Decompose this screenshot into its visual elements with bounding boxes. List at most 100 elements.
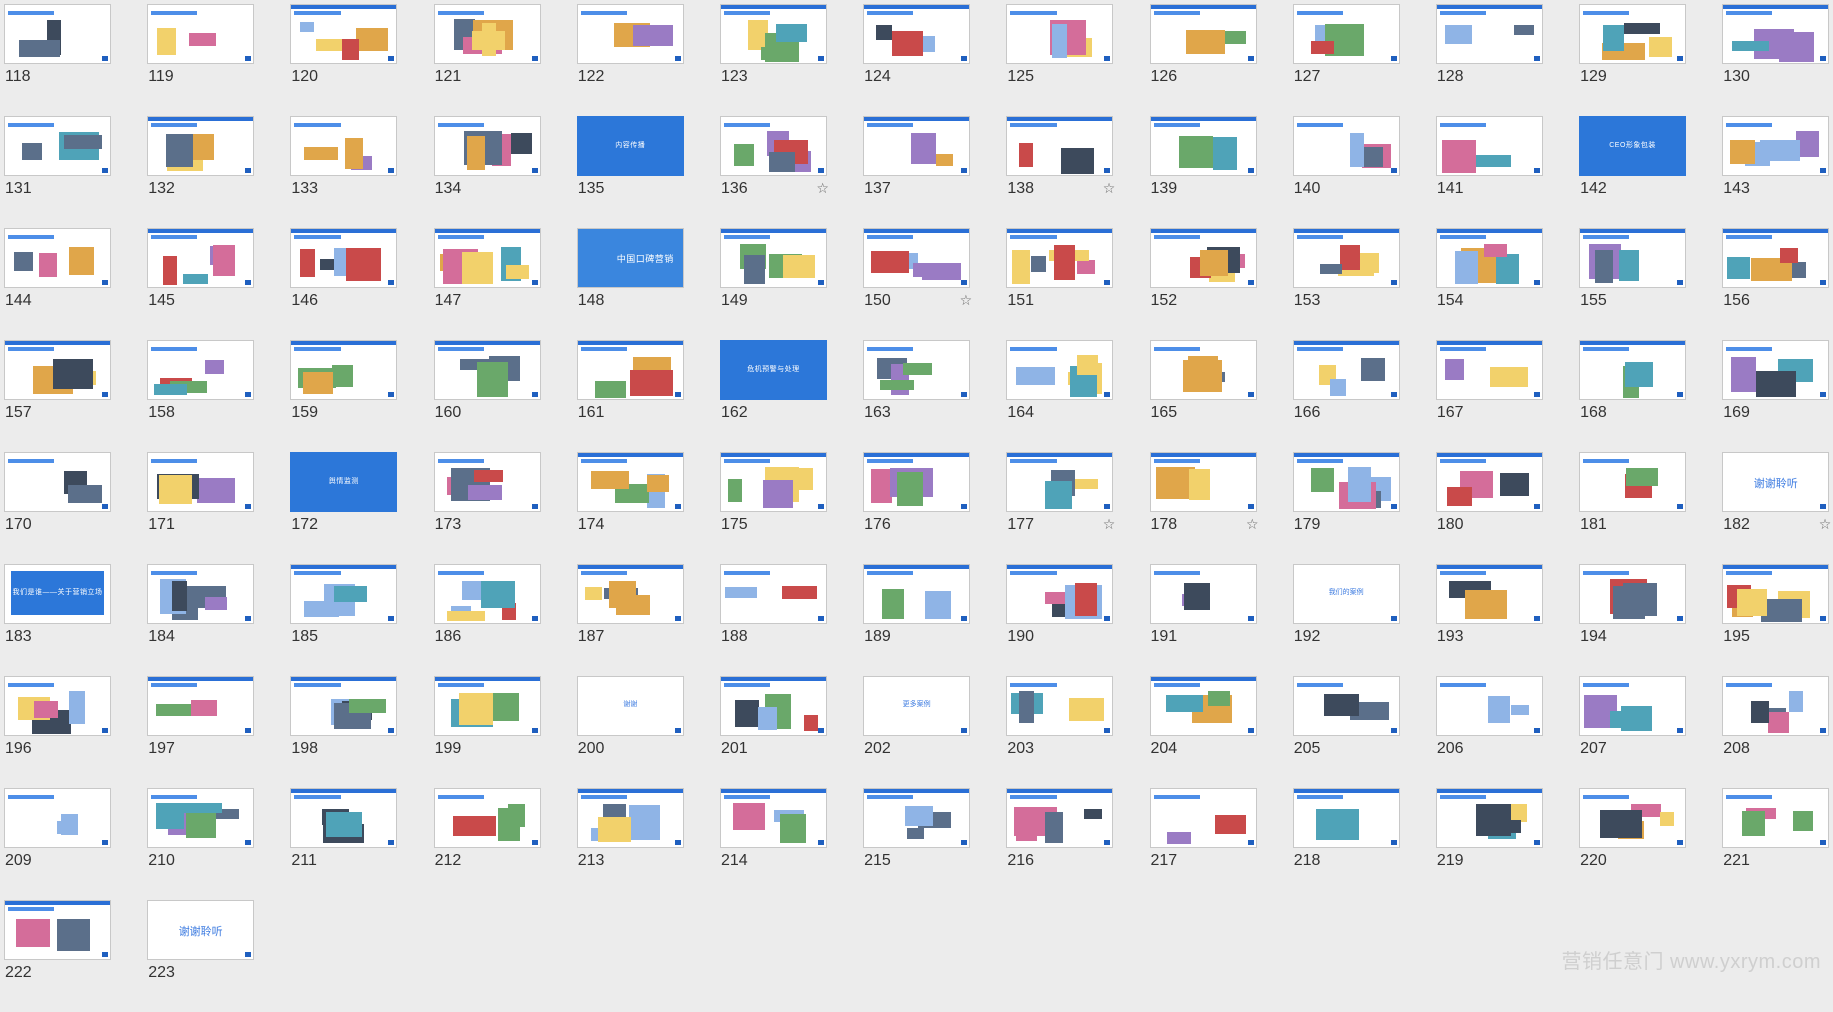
slide-preview[interactable] <box>1149 228 1257 288</box>
slide-thumbnail-187[interactable]: 187 <box>576 564 684 676</box>
slide-preview[interactable] <box>1149 4 1257 64</box>
slide-preview[interactable] <box>863 116 971 176</box>
slide-preview[interactable] <box>1435 564 1543 624</box>
slide-thumbnail-120[interactable]: 120 <box>290 4 398 116</box>
slide-thumbnail-139[interactable]: 139 <box>1149 116 1257 228</box>
slide-thumbnail-138[interactable]: 138 ☆ <box>1006 116 1115 228</box>
slide-preview[interactable] <box>1579 340 1687 400</box>
slide-preview[interactable] <box>147 564 255 624</box>
slide-thumbnail-217[interactable]: 217 <box>1149 788 1257 900</box>
slide-preview[interactable] <box>863 228 971 288</box>
slide-preview[interactable]: 谢谢聆听 <box>1722 452 1830 512</box>
slide-thumbnail-155[interactable]: 155 <box>1579 228 1687 340</box>
slide-thumbnail-203[interactable]: 203 <box>1006 676 1114 788</box>
slide-preview[interactable] <box>863 788 971 848</box>
slide-preview[interactable] <box>433 4 541 64</box>
slide-thumbnail-143[interactable]: 143 <box>1722 116 1830 228</box>
slide-thumbnail-132[interactable]: 132 <box>147 116 255 228</box>
slide-thumbnail-198[interactable]: 198 <box>290 676 398 788</box>
slide-preview[interactable] <box>290 676 398 736</box>
slide-preview[interactable] <box>1149 564 1257 624</box>
slide-preview[interactable] <box>1006 676 1114 736</box>
slide-thumbnail-219[interactable]: 219 <box>1435 788 1543 900</box>
slide-preview[interactable] <box>1579 452 1687 512</box>
slide-preview[interactable] <box>4 676 111 736</box>
slide-thumbnail-211[interactable]: 211 <box>290 788 398 900</box>
slide-preview[interactable] <box>863 4 971 64</box>
slide-preview[interactable] <box>1006 228 1114 288</box>
slide-thumbnail-172[interactable]: 舆情监测 172 <box>290 452 398 564</box>
slide-thumbnail-156[interactable]: 156 <box>1722 228 1830 340</box>
slide-preview[interactable] <box>1722 564 1830 624</box>
slide-thumbnail-165[interactable]: 165 <box>1149 340 1257 452</box>
slide-thumbnail-150[interactable]: 150 ☆ <box>863 228 972 340</box>
slide-thumbnail-159[interactable]: 159 <box>290 340 398 452</box>
slide-thumbnail-154[interactable]: 154 <box>1435 228 1543 340</box>
slide-preview[interactable] <box>719 564 827 624</box>
slide-preview[interactable] <box>1149 340 1257 400</box>
slide-preview[interactable] <box>147 340 255 400</box>
slide-preview[interactable]: 我们是谁——关于营销立场 <box>4 564 111 624</box>
slide-thumbnail-151[interactable]: 151 <box>1006 228 1114 340</box>
slide-preview[interactable] <box>1006 340 1114 400</box>
slide-preview[interactable] <box>1292 788 1400 848</box>
slide-thumbnail-121[interactable]: 121 <box>433 4 541 116</box>
slide-preview[interactable] <box>147 116 255 176</box>
slide-thumbnail-186[interactable]: 186 <box>433 564 541 676</box>
slide-thumbnail-140[interactable]: 140 <box>1292 116 1400 228</box>
slide-thumbnail-210[interactable]: 210 <box>147 788 255 900</box>
slide-preview[interactable] <box>1722 788 1830 848</box>
slide-thumbnail-221[interactable]: 221 <box>1722 788 1830 900</box>
slide-preview[interactable] <box>1435 340 1543 400</box>
slide-thumbnail-181[interactable]: 181 <box>1579 452 1687 564</box>
slide-preview[interactable] <box>1722 676 1830 736</box>
slide-thumbnail-189[interactable]: 189 <box>863 564 971 676</box>
slide-thumbnail-190[interactable]: 190 <box>1006 564 1114 676</box>
slide-thumbnail-158[interactable]: 158 <box>147 340 255 452</box>
slide-preview[interactable] <box>290 228 398 288</box>
slide-preview[interactable] <box>576 788 684 848</box>
slide-preview[interactable] <box>4 228 111 288</box>
slide-preview[interactable]: 谢谢聆听 <box>147 900 255 960</box>
slide-preview[interactable] <box>147 788 255 848</box>
slide-thumbnail-144[interactable]: 144 <box>4 228 111 340</box>
slide-thumbnail-168[interactable]: 168 <box>1579 340 1687 452</box>
slide-preview[interactable] <box>433 676 541 736</box>
slide-thumbnail-133[interactable]: 133 <box>290 116 398 228</box>
slide-preview[interactable] <box>4 900 111 960</box>
slide-preview[interactable]: 内容传播 <box>576 116 684 176</box>
slide-preview[interactable] <box>1149 676 1257 736</box>
slide-thumbnail-122[interactable]: 122 <box>576 4 684 116</box>
slide-preview[interactable] <box>576 564 684 624</box>
slide-thumbnail-192[interactable]: 我们的案例 192 <box>1292 564 1400 676</box>
slide-preview[interactable] <box>863 564 971 624</box>
slide-thumbnail-193[interactable]: 193 <box>1435 564 1543 676</box>
slide-preview[interactable] <box>433 452 541 512</box>
slide-thumbnail-216[interactable]: 216 <box>1006 788 1114 900</box>
slide-preview[interactable] <box>1579 676 1687 736</box>
slide-preview[interactable] <box>1292 340 1400 400</box>
slide-preview[interactable] <box>1579 564 1687 624</box>
slide-preview[interactable] <box>1579 788 1687 848</box>
slide-preview[interactable] <box>147 452 255 512</box>
slide-preview[interactable] <box>719 452 827 512</box>
slide-preview[interactable] <box>719 788 827 848</box>
slide-preview[interactable] <box>719 676 827 736</box>
slide-preview[interactable] <box>4 340 111 400</box>
slide-preview[interactable] <box>290 340 398 400</box>
slide-preview[interactable]: CEO形象包装 <box>1579 116 1687 176</box>
slide-preview[interactable] <box>1435 116 1543 176</box>
slide-preview[interactable] <box>1292 116 1400 176</box>
slide-thumbnail-149[interactable]: 149 <box>719 228 827 340</box>
slide-preview[interactable] <box>576 4 684 64</box>
slide-thumbnail-169[interactable]: 169 <box>1722 340 1830 452</box>
slide-thumbnail-213[interactable]: 213 <box>576 788 684 900</box>
slide-preview[interactable]: 中国口碑营销 <box>576 228 684 288</box>
slide-thumbnail-176[interactable]: 176 <box>863 452 971 564</box>
slide-preview[interactable] <box>147 4 255 64</box>
slide-thumbnail-218[interactable]: 218 <box>1292 788 1400 900</box>
slide-preview[interactable] <box>863 452 971 512</box>
slide-thumbnail-137[interactable]: 137 <box>863 116 971 228</box>
slide-preview[interactable]: 危机预警与处理 <box>719 340 827 400</box>
slide-thumbnail-206[interactable]: 206 <box>1435 676 1543 788</box>
